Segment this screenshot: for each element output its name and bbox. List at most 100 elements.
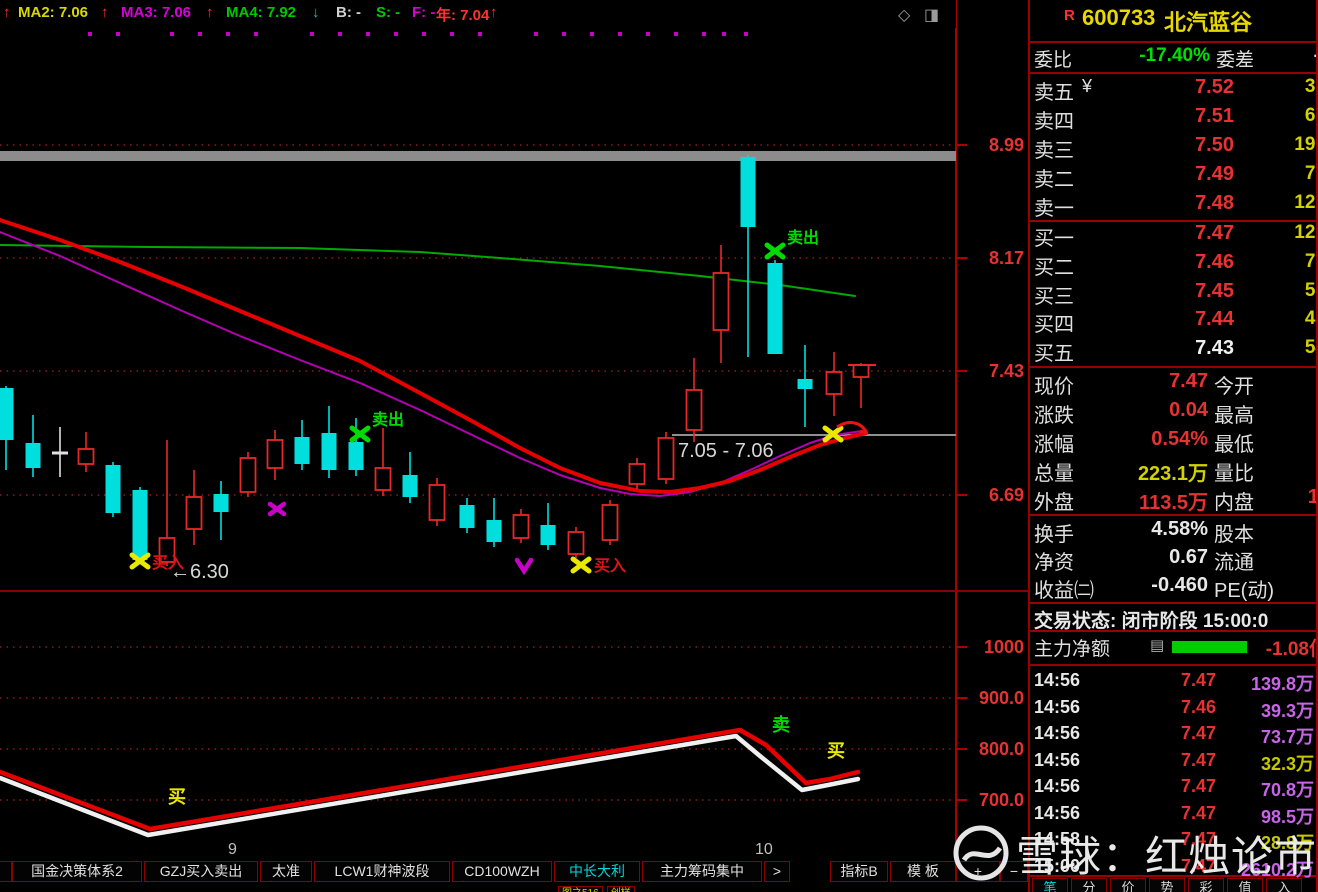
info-label: 外盘	[1034, 486, 1074, 515]
stock-name: 北汽蓝谷	[1164, 5, 1252, 37]
bid-level-1[interactable]: 买一7.47122	[1030, 222, 1316, 251]
info-label: 现价	[1034, 370, 1074, 399]
info-row-外盘: 外盘113.5万内盘10	[1030, 486, 1316, 515]
bottom-tab-中长大利[interactable]: 中长大利	[554, 861, 640, 882]
ask-level-3[interactable]: 卖三7.50192	[1030, 134, 1316, 163]
svg-text:7.05 - 7.06: 7.05 - 7.06	[678, 440, 774, 462]
ask-level-4[interactable]: 卖四7.5168	[1030, 105, 1316, 134]
ask-level-1-volume: 120	[1256, 192, 1316, 214]
fund-label: 收益㈡	[1034, 574, 1094, 603]
ma-header-item-1: MA2: 7.06	[18, 4, 88, 21]
tick-time: 14:56	[1034, 697, 1080, 718]
xueqiu-logo-icon	[950, 822, 1012, 884]
tick-time: 14:56	[1034, 803, 1080, 824]
info-label: 涨幅	[1034, 428, 1074, 457]
ma-header-item-11: ↑	[490, 4, 498, 21]
bottom-tab-LCW1财神波段[interactable]: LCW1财神波段	[314, 861, 450, 882]
svg-text:买入: 买入	[594, 557, 626, 575]
tick-time: 14:56	[1034, 776, 1080, 797]
bottom-tab-stub[interactable]	[0, 861, 12, 882]
clipped-toolbar-strip: 图之516创样	[558, 886, 770, 892]
ask-level-2-label: 卖二	[1034, 163, 1074, 192]
bottom-tab-CD100WZH[interactable]: CD100WZH	[452, 861, 552, 882]
ask-level-4-volume: 68	[1256, 105, 1316, 127]
list-icon[interactable]: ▤	[1150, 636, 1164, 654]
bid-level-1-volume: 122	[1256, 222, 1316, 244]
quote-panel: R 600733 北汽蓝谷 委比 -17.40% 委差 - 卖五¥7.5230卖…	[1030, 0, 1316, 892]
bottom-tab-太准[interactable]: 太准	[260, 861, 312, 882]
bid-level-2-volume: 73	[1256, 251, 1316, 273]
ask-level-2-price: 7.49	[1148, 163, 1234, 186]
watermark: 雪球：红烛论市	[950, 822, 1317, 884]
weibi-value: -17.40%	[1122, 45, 1210, 67]
candlestick-chart[interactable]: 8.998.177.436.69卖出卖出买入买入7.05 - 7.06←6.30…	[0, 0, 1028, 858]
bottom-tab-国金决策体系2[interactable]: 国金决策体系2	[12, 861, 142, 882]
ask-level-2[interactable]: 卖二7.4978	[1030, 163, 1316, 192]
info-value-2: 10	[1290, 486, 1316, 509]
main-net-label: 主力净额	[1034, 634, 1110, 661]
trade-tick-row: 14:567.4773.7万	[1030, 723, 1316, 747]
tick-time: 14:56	[1034, 670, 1080, 691]
bottom-tab-GZJ买入卖出[interactable]: GZJ买入卖出	[144, 861, 258, 882]
fund-value: 4.58%	[1088, 518, 1208, 541]
bottom-tab-主力筹码集中[interactable]: 主力筹码集中	[642, 861, 762, 882]
split-panel-icon[interactable]: ◨	[924, 5, 939, 25]
ask-level-5-volume: 30	[1256, 76, 1316, 98]
bid-level-1-label: 买一	[1034, 222, 1074, 251]
svg-text:卖出: 卖出	[787, 228, 819, 247]
diamond-icon[interactable]: ◇	[898, 5, 910, 25]
bid-level-5[interactable]: 买五7.4354	[1030, 337, 1316, 366]
main-net-row: 主力净额 ▤ -1.08亿	[1030, 634, 1316, 662]
ma-indicator-header: ↑MA2: 7.06↑MA3: 7.06↑MA4: 7.92↓B: -S: -F…	[0, 0, 956, 28]
info-label-2: 量比	[1214, 457, 1254, 486]
indicator-tab-bar: 国金决策体系2GZJ买入卖出太准LCW1财神波段CD100WZH中长大利主力筹码…	[0, 858, 1028, 885]
bottom-tab-指标B[interactable]: 指标B	[830, 861, 888, 882]
svg-text:9: 9	[228, 841, 237, 858]
weicha-label: 委差	[1216, 45, 1254, 72]
panel-separator	[1030, 41, 1316, 43]
ma-header-item-4: ↑	[206, 4, 214, 21]
svg-text:买: 买	[168, 787, 186, 807]
bid-level-4-price: 7.44	[1148, 308, 1234, 331]
weibi-row: 委比 -17.40% 委差 -	[1030, 45, 1316, 71]
ask-level-1[interactable]: 卖一7.48120	[1030, 192, 1316, 221]
ask-level-5-price: 7.52	[1148, 76, 1234, 99]
info-row-涨幅: 涨幅 0.54% 最低	[1030, 428, 1316, 457]
info-value: 0.04	[1088, 399, 1208, 422]
tick-price: 7.46	[1140, 697, 1216, 718]
bid-level-4[interactable]: 买四7.4447	[1030, 308, 1316, 337]
info-value: 0.54%	[1088, 428, 1208, 451]
fund-label: 换手	[1034, 518, 1074, 547]
trade-tick-row: 14:56 7.46 39.3万	[1030, 697, 1316, 721]
bid-level-3[interactable]: 买三7.4551	[1030, 280, 1316, 309]
tick-volume: 39.3万	[1261, 697, 1314, 723]
weicha-value: -	[1290, 45, 1316, 67]
fund-row-2: 收益㈡-0.460PE(动)	[1030, 574, 1316, 602]
ask-level-3-label: 卖三	[1034, 134, 1074, 163]
weibi-label: 委比	[1034, 45, 1072, 72]
clipped-cell: 创样	[607, 886, 635, 892]
fund-row-1: 净资0.67流通	[1030, 546, 1316, 574]
svg-text:7.43: 7.43	[989, 361, 1024, 381]
main-net-value: -1.08亿	[1228, 634, 1316, 661]
ma-header-item-8: S: -	[376, 4, 400, 21]
fund-label: 净资	[1034, 546, 1074, 575]
ma-header-item-2: ↑	[101, 4, 109, 21]
watermark-text: 雪球：红烛论市	[1016, 823, 1317, 884]
info-label: 总量	[1034, 457, 1074, 486]
bid-level-2-price: 7.46	[1148, 251, 1234, 274]
bid-level-5-price: 7.43	[1148, 337, 1234, 360]
ask-level-1-price: 7.48	[1148, 192, 1234, 215]
ask-level-5[interactable]: 卖五¥7.5230	[1030, 76, 1316, 105]
tick-price: 7.47	[1140, 803, 1216, 824]
bid-level-5-label: 买五	[1034, 337, 1074, 366]
tick-volume: 32.3万	[1261, 750, 1314, 776]
info-row-总量: 总量223.1万量比	[1030, 457, 1316, 486]
tick-time: 14:56	[1034, 723, 1080, 744]
bottom-tab-模 板[interactable]: 模 板	[890, 861, 956, 882]
ask-level-5-label: 卖五	[1034, 76, 1074, 105]
info-label-2: 最低	[1214, 428, 1254, 457]
bid-level-2[interactable]: 买二7.4673	[1030, 251, 1316, 280]
bottom-tab->[interactable]: >	[764, 861, 790, 882]
bid-level-4-label: 买四	[1034, 308, 1074, 337]
